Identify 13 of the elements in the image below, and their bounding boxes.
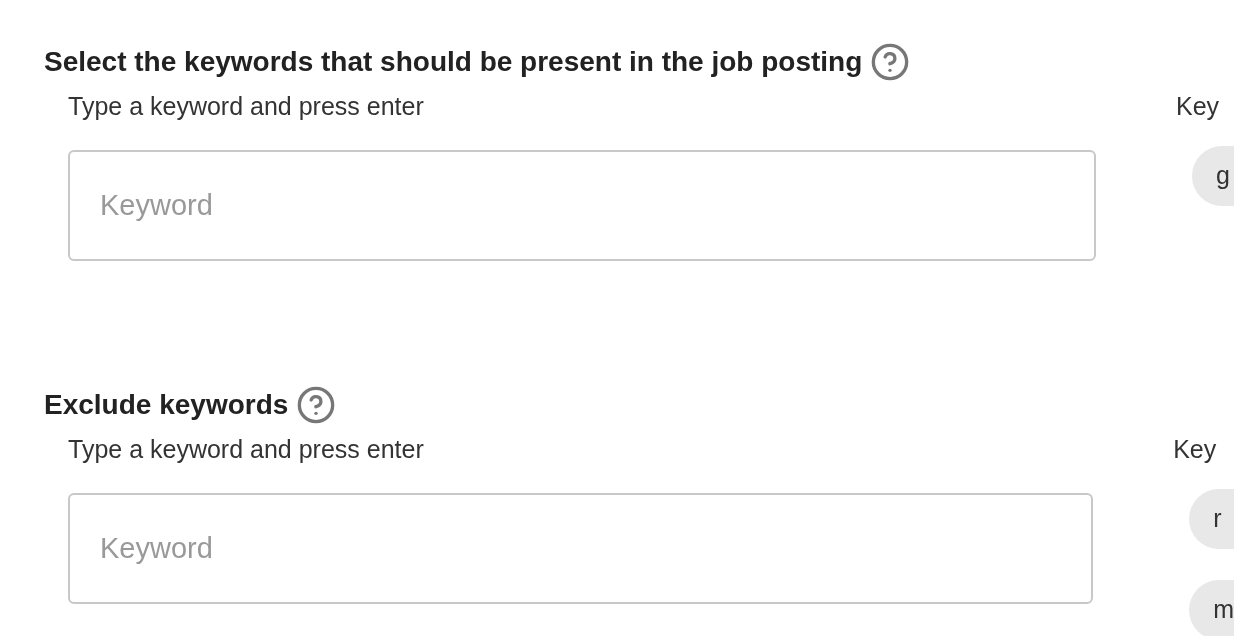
field-hint: Type a keyword and press enter (68, 434, 424, 465)
section-title: Select the keywords that should be present in the job posting (44, 45, 863, 79)
list-label: Key (1173, 434, 1217, 465)
field-hint: Type a keyword and press enter (68, 91, 424, 122)
keyword-chip[interactable]: m (1189, 580, 1234, 636)
section-title: Exclude keywords (44, 388, 289, 422)
keyword-input[interactable]: Keyword (68, 150, 1096, 261)
list-label: Key (1176, 91, 1220, 122)
help-icon[interactable] (870, 42, 911, 82)
help-icon[interactable] (296, 385, 337, 425)
keyword-input[interactable]: Keyword (68, 493, 1094, 604)
keyword-chip[interactable]: r (1189, 489, 1234, 549)
keyword-chip[interactable]: g (1192, 146, 1234, 206)
